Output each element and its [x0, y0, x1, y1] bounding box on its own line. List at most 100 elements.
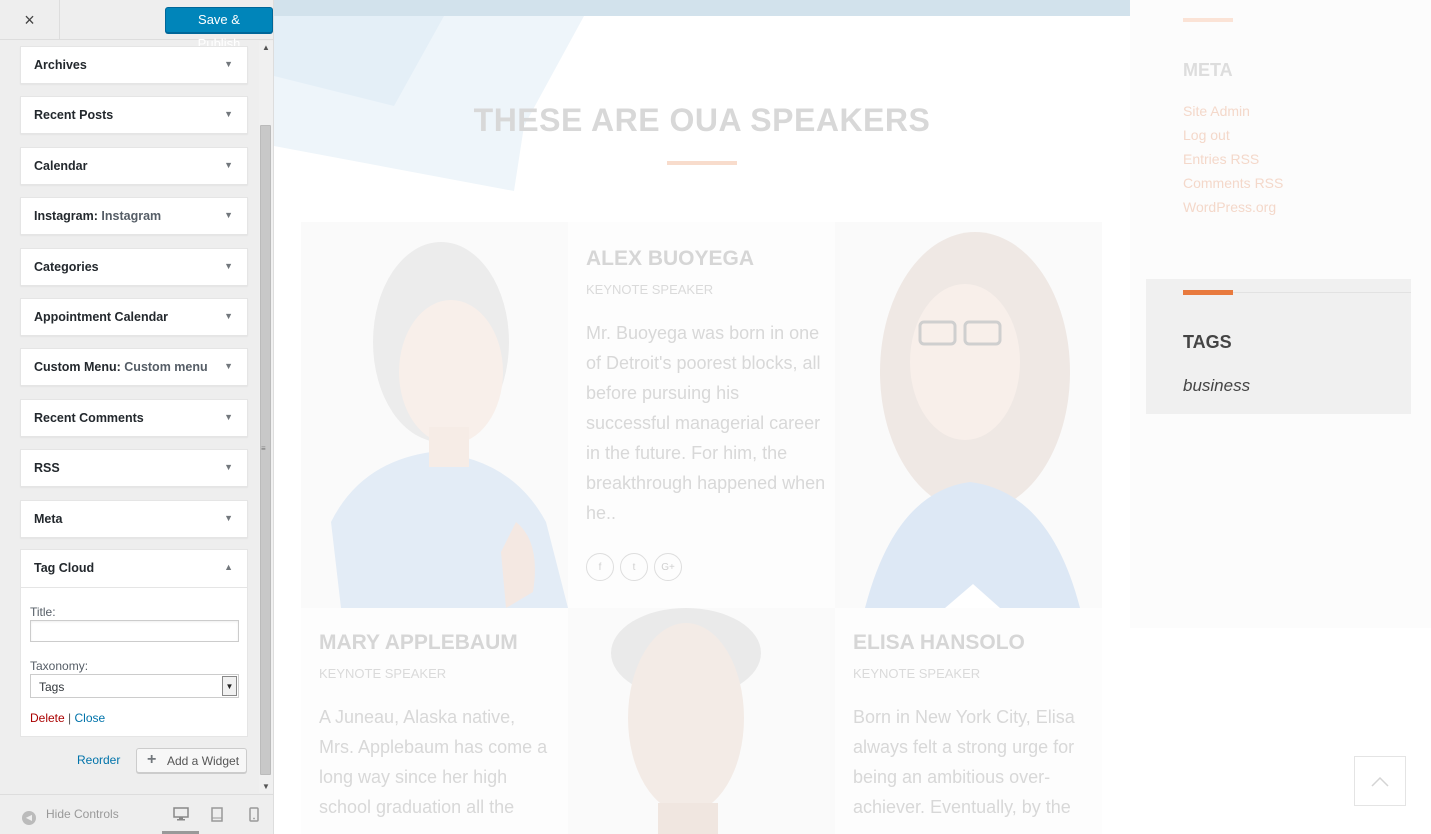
customizer-footer: ◀ Hide Controls — [0, 794, 273, 834]
speaker-role: KEYNOTE SPEAKER — [319, 666, 447, 681]
widget-title: Tag Cloud — [34, 561, 95, 575]
meta-widget-title: META — [1183, 60, 1233, 80]
widget-title: Custom Menu: Custom menu — [34, 360, 208, 374]
hide-controls-button[interactable]: ◀ Hide Controls — [22, 807, 119, 825]
tags-widget: TAGS business — [1146, 279, 1411, 414]
speaker-photo-elisa — [835, 222, 1102, 608]
widget-archives[interactable]: Archives ▼ — [20, 46, 248, 84]
widget-categories[interactable]: Categories ▼ — [20, 248, 248, 286]
widget-instagram[interactable]: Instagram: Instagram ▼ — [20, 197, 248, 235]
delete-widget-link[interactable]: Delete — [30, 711, 65, 725]
sidebar-scrollbar[interactable]: ▲ ≡ ▼ — [259, 41, 273, 793]
add-widget-button[interactable]: + Add a Widget — [136, 748, 247, 773]
speaker-bio: Born in New York City, Elisa always felt… — [853, 707, 1075, 817]
widget-title: Categories — [34, 260, 99, 274]
facebook-icon[interactable]: f — [586, 553, 614, 581]
widget-recent-comments[interactable]: Recent Comments ▼ — [20, 399, 248, 437]
caret-down-icon[interactable]: ▼ — [224, 59, 233, 69]
back-to-top-button[interactable] — [1354, 756, 1406, 806]
reorder-link[interactable]: Reorder — [77, 753, 120, 767]
site-sidebar: META Site Admin Log out Entries RSS Comm… — [1130, 0, 1431, 628]
widget-actions: Delete | Close — [30, 711, 105, 725]
section-title: THESE ARE OUA SPEAKERS — [473, 102, 931, 138]
widget-subtitle: Custom menu — [124, 360, 208, 374]
title-underline — [667, 161, 737, 165]
save-publish-button[interactable]: Save & Publish — [165, 7, 273, 51]
speaker-name: ELISA HANSOLO — [853, 631, 1025, 654]
widget-recent-posts[interactable]: Recent Posts ▼ — [20, 96, 248, 134]
widget-custom-menu[interactable]: Custom Menu: Custom menu ▼ — [20, 348, 248, 386]
desktop-preview-icon[interactable] — [173, 807, 189, 826]
meta-link-log-out[interactable]: Log out — [1183, 127, 1230, 143]
meta-accent-bar — [1183, 18, 1233, 22]
taxonomy-select[interactable]: Tags ▼ — [30, 674, 239, 698]
chevron-up-icon — [1371, 776, 1389, 787]
speaker-card-mary: MARY APPLEBAUM KEYNOTE SPEAKER A Juneau,… — [301, 608, 568, 834]
speaker-role: KEYNOTE SPEAKER — [586, 282, 714, 297]
chevron-down-icon[interactable]: ▼ — [222, 676, 237, 696]
widget-tag-cloud-expanded: Tag Cloud ▲ Title: Taxonomy: Tags ▼ Dele… — [20, 549, 248, 737]
tag-cloud-title-input[interactable] — [30, 620, 239, 642]
twitter-icon[interactable]: t — [620, 553, 648, 581]
link-separator: | — [68, 711, 72, 725]
plus-icon: + — [147, 751, 157, 768]
mobile-preview-icon[interactable] — [249, 807, 259, 827]
widget-title: Recent Posts — [34, 108, 114, 122]
widget-appointment-calendar[interactable]: Appointment Calendar ▼ — [20, 298, 248, 336]
widget-meta[interactable]: Meta ▼ — [20, 500, 248, 538]
tags-divider — [1233, 292, 1411, 293]
caret-down-icon[interactable]: ▼ — [224, 462, 233, 472]
meta-link-wordpress-org[interactable]: WordPress.org — [1183, 199, 1276, 215]
taxonomy-selected-value: Tags — [39, 680, 65, 694]
hide-controls-label: Hide Controls — [46, 807, 119, 821]
meta-link-comments-rss[interactable]: Comments RSS — [1183, 175, 1283, 191]
caret-down-icon[interactable]: ▼ — [224, 210, 233, 220]
speaker-bio: Mr. Buoyega was born in one of Detroit's… — [586, 323, 826, 523]
google-plus-icon[interactable]: G+ — [654, 553, 682, 581]
widget-title: Appointment Calendar — [34, 310, 169, 324]
widget-subtitle: Instagram — [101, 209, 162, 223]
collapse-icon: ◀ — [22, 811, 36, 825]
preview-top-bar — [274, 0, 1130, 16]
site-preview: THESE ARE OUA SPEAKERS ALEX BUOYEGA KEYN… — [274, 0, 1431, 834]
widget-title: Calendar — [34, 159, 88, 173]
speaker-bio: A Juneau, Alaska native, Mrs. Applebaum … — [319, 707, 548, 817]
customizer-header: × Save & Publish — [0, 0, 273, 51]
caret-down-icon[interactable]: ▼ — [224, 311, 233, 321]
tablet-preview-icon[interactable] — [211, 807, 223, 827]
scroll-down-icon[interactable]: ▼ — [262, 782, 270, 791]
caret-down-icon[interactable]: ▼ — [224, 261, 233, 271]
tag-link-business[interactable]: business — [1183, 376, 1250, 396]
caret-down-icon[interactable]: ▼ — [224, 412, 233, 422]
caret-down-icon[interactable]: ▼ — [224, 361, 233, 371]
portrait-image — [835, 222, 1102, 608]
widget-rss[interactable]: RSS ▼ — [20, 449, 248, 487]
speaker-role: KEYNOTE SPEAKER — [853, 666, 981, 681]
widget-title: Recent Comments — [34, 411, 144, 425]
close-icon: × — [24, 9, 35, 30]
caret-up-icon[interactable]: ▲ — [224, 562, 233, 572]
customizer-screen: × Save & Publish Archives ▼ Recent Posts… — [0, 0, 1431, 834]
caret-down-icon[interactable]: ▼ — [224, 160, 233, 170]
caret-down-icon[interactable]: ▼ — [224, 109, 233, 119]
widget-calendar[interactable]: Calendar ▼ — [20, 147, 248, 185]
speaker-card-elisa: ELISA HANSOLO KEYNOTE SPEAKER Born in Ne… — [835, 608, 1102, 834]
customizer-sidebar: × Save & Publish Archives ▼ Recent Posts… — [0, 0, 274, 834]
widget-title: Archives — [34, 58, 87, 72]
tags-widget-title: TAGS — [1183, 332, 1232, 352]
tags-accent-bar — [1183, 290, 1233, 295]
speaker-photo-mary — [301, 222, 568, 608]
meta-link-site-admin[interactable]: Site Admin — [1183, 103, 1250, 119]
close-customizer-button[interactable]: × — [0, 0, 60, 40]
add-widget-label: Add a Widget — [167, 754, 240, 768]
caret-down-icon[interactable]: ▼ — [224, 513, 233, 523]
widget-tag-cloud-header[interactable]: Tag Cloud ▲ — [21, 550, 247, 588]
portrait-image — [568, 608, 835, 834]
scroll-up-icon[interactable]: ▲ — [262, 43, 270, 52]
meta-link-entries-rss[interactable]: Entries RSS — [1183, 151, 1259, 167]
widget-title: Meta — [34, 512, 63, 526]
taxonomy-label: Taxonomy: — [30, 659, 89, 673]
close-widget-link[interactable]: Close — [75, 711, 106, 725]
widget-title: Instagram: Instagram — [34, 209, 162, 223]
widget-title: RSS — [34, 461, 60, 475]
